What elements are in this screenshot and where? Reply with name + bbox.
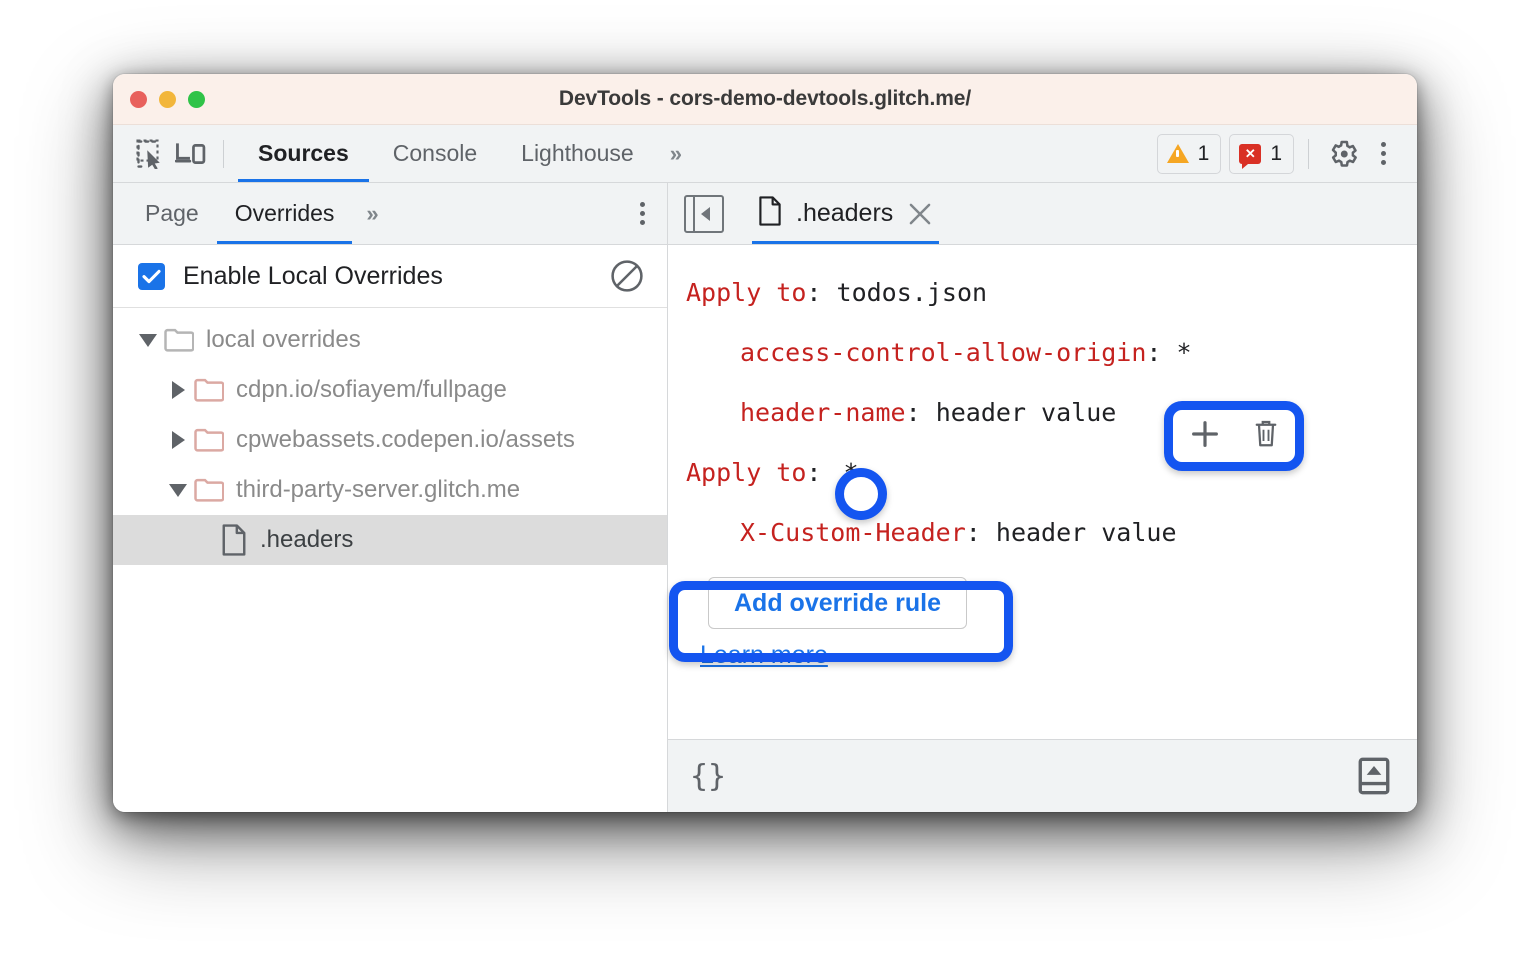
header-row[interactable]: header-name: header value bbox=[686, 383, 1417, 443]
panel-tab-list: Sources Console Lighthouse » bbox=[236, 125, 693, 182]
header-row[interactable]: X-Custom-Header: header value bbox=[686, 503, 1417, 563]
tree-row-headers-file[interactable]: .headers bbox=[113, 515, 667, 565]
apply-to-row[interactable]: Apply to: todos.json bbox=[686, 263, 1417, 323]
enable-local-overrides-checkbox[interactable] bbox=[138, 262, 165, 290]
collapse-sidebar-icon[interactable] bbox=[684, 194, 724, 233]
minimize-window-button[interactable] bbox=[159, 90, 176, 108]
editor-pane: .headers Apply to: todos.json access-con… bbox=[668, 183, 1417, 812]
header-name-key[interactable]: access-control-allow-origin bbox=[740, 338, 1146, 367]
toolbar-divider bbox=[1308, 138, 1309, 169]
panel-tab-label: Sources bbox=[258, 140, 349, 166]
warning-triangle-icon bbox=[1166, 144, 1189, 163]
window-titlebar: DevTools - cors-demo-devtools.glitch.me/ bbox=[113, 74, 1417, 125]
header-value[interactable]: * bbox=[1177, 338, 1192, 367]
header-row[interactable]: access-control-allow-origin: * bbox=[686, 323, 1417, 383]
warning-count-badge[interactable]: 1 bbox=[1156, 133, 1222, 174]
navigator-tab-list: Page Overrides » bbox=[113, 183, 667, 245]
tree-row-third-party-server[interactable]: third-party-server.glitch.me bbox=[113, 465, 667, 515]
apply-to-value[interactable]: todos.json bbox=[837, 278, 988, 307]
panel-tab-sources[interactable]: Sources bbox=[236, 125, 371, 182]
navigator-kebab-menu-icon[interactable] bbox=[640, 202, 645, 225]
error-count-label: 1 bbox=[1270, 141, 1282, 165]
close-icon[interactable] bbox=[907, 201, 933, 227]
gear-icon[interactable] bbox=[1323, 134, 1363, 174]
error-bubble-icon: ✕ bbox=[1239, 143, 1262, 169]
devtools-main-toolbar: Sources Console Lighthouse » 1 ✕ 1 bbox=[113, 125, 1417, 183]
nav-tab-page[interactable]: Page bbox=[127, 183, 217, 244]
folder-icon bbox=[161, 328, 197, 352]
error-count-badge[interactable]: ✕ 1 bbox=[1229, 133, 1294, 174]
folder-icon bbox=[191, 378, 227, 402]
nav-tab-overrides[interactable]: Overrides bbox=[216, 183, 353, 244]
header-name-key[interactable]: header-name bbox=[740, 398, 906, 427]
apply-to-key: Apply to bbox=[686, 278, 807, 307]
tree-row-cpwebassets-assets[interactable]: cpwebassets.codepen.io/assets bbox=[113, 415, 667, 465]
more-navigator-tabs-chevron-icon[interactable]: » bbox=[352, 201, 389, 227]
chevron-right-icon[interactable] bbox=[165, 381, 191, 399]
apply-to-row[interactable]: Apply to: * bbox=[686, 443, 1417, 503]
navigator-pane: Page Overrides » Enable Local Overrides bbox=[113, 183, 668, 812]
editor-tab-bar: .headers bbox=[668, 183, 1417, 245]
learn-more-link[interactable]: Learn more bbox=[700, 641, 828, 670]
header-row-actions bbox=[1173, 410, 1295, 462]
file-icon bbox=[758, 196, 782, 231]
warning-count-label: 1 bbox=[1197, 141, 1210, 165]
enable-local-overrides-row[interactable]: Enable Local Overrides bbox=[113, 245, 667, 308]
add-override-rule-button[interactable]: Add override rule bbox=[708, 577, 967, 629]
window-controls bbox=[130, 74, 205, 124]
tree-row-label: cdpn.io/sofiayem/fullpage bbox=[236, 376, 507, 403]
nav-tab-label: Overrides bbox=[234, 200, 335, 226]
show-drawer-icon[interactable] bbox=[1357, 757, 1391, 795]
header-value[interactable]: header value bbox=[936, 398, 1117, 427]
plus-icon[interactable] bbox=[1189, 418, 1221, 455]
header-name-key[interactable]: X-Custom-Header bbox=[740, 518, 966, 547]
header-value[interactable]: header value bbox=[996, 518, 1177, 547]
add-override-rule-row: Add override rule bbox=[686, 563, 1417, 629]
tree-row-label: .headers bbox=[260, 526, 354, 553]
tree-row-label: third-party-server.glitch.me bbox=[236, 476, 521, 503]
clear-configuration-icon[interactable] bbox=[609, 258, 645, 294]
toolbar-right-group: 1 ✕ 1 bbox=[1149, 133, 1403, 174]
maximize-window-button[interactable] bbox=[188, 90, 205, 108]
panel-tab-label: Lighthouse bbox=[521, 140, 634, 166]
screenshot-root: DevTools - cors-demo-devtools.glitch.me/ bbox=[0, 0, 1526, 960]
nav-tab-label: Page bbox=[145, 200, 199, 226]
enable-local-overrides-label: Enable Local Overrides bbox=[183, 261, 443, 290]
toolbar-divider bbox=[223, 139, 224, 168]
device-toolbar-icon[interactable] bbox=[171, 134, 211, 174]
pretty-print-button[interactable]: {} bbox=[690, 759, 726, 794]
tree-row-label: local overrides bbox=[206, 326, 361, 353]
kebab-menu-icon[interactable] bbox=[1363, 134, 1403, 174]
folder-icon bbox=[191, 428, 227, 452]
panel-tab-lighthouse[interactable]: Lighthouse bbox=[499, 125, 656, 182]
close-window-button[interactable] bbox=[130, 90, 147, 108]
folder-icon bbox=[191, 478, 227, 502]
chevron-down-icon[interactable] bbox=[135, 333, 161, 347]
apply-to-value[interactable]: * bbox=[821, 458, 858, 487]
window-title: DevTools - cors-demo-devtools.glitch.me/ bbox=[558, 87, 972, 110]
chevron-right-icon[interactable] bbox=[165, 431, 191, 449]
chevron-down-icon[interactable] bbox=[165, 483, 191, 497]
tree-row-label: cpwebassets.codepen.io/assets bbox=[236, 426, 575, 453]
more-panels-chevron-icon[interactable]: » bbox=[656, 141, 693, 167]
overrides-file-tree: local overrides cdpn.io/sofiayem/fullpag… bbox=[113, 308, 667, 812]
editor-tab-headers[interactable]: .headers bbox=[752, 183, 940, 244]
headers-editor-content: Apply to: todos.json access-control-allo… bbox=[668, 245, 1417, 739]
tree-row-cdpn-fullpage[interactable]: cdpn.io/sofiayem/fullpage bbox=[113, 365, 667, 415]
editor-status-bar: {} bbox=[668, 739, 1417, 812]
panel-tab-console[interactable]: Console bbox=[371, 125, 499, 182]
file-icon bbox=[217, 524, 251, 556]
trash-icon[interactable] bbox=[1253, 419, 1279, 454]
devtools-body: Page Overrides » Enable Local Overrides bbox=[113, 183, 1417, 812]
panel-tab-label: Console bbox=[392, 140, 478, 166]
tree-row-local-overrides[interactable]: local overrides bbox=[113, 315, 667, 365]
inspect-element-icon[interactable] bbox=[131, 134, 171, 174]
editor-tab-label: .headers bbox=[796, 199, 894, 227]
apply-to-key: Apply to bbox=[686, 458, 807, 487]
